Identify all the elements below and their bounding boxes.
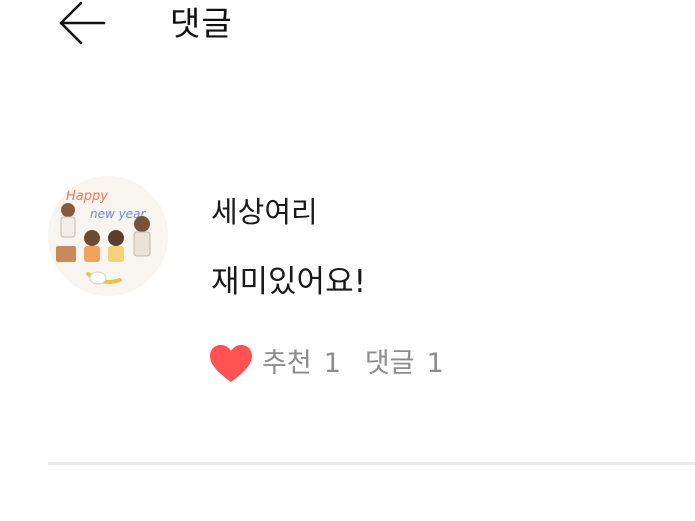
reply-label: 댓글 — [364, 348, 415, 379]
back-button[interactable] — [56, 0, 108, 46]
recommend-button[interactable]: 추천 1 — [208, 342, 341, 386]
comment-author[interactable]: 세상여리 — [211, 192, 318, 232]
avatar-caption-happy: Happy — [66, 189, 108, 204]
reply-count: 1 — [426, 348, 444, 379]
top-bar: 댓글 — [0, 0, 695, 50]
reply-button[interactable]: 댓글 1 — [365, 342, 444, 386]
recommend-count: 1 — [323, 348, 341, 379]
divider — [48, 462, 695, 465]
comment-text: 재미있어요! — [211, 264, 367, 300]
avatar[interactable]: Happy new year — [48, 176, 168, 296]
arrow-left-icon — [59, 1, 106, 45]
comment-item: Happy new year 세상여리 재미있어요! 추천 1 댓글 1 — [48, 176, 695, 436]
comment-actions: 추천 1 댓글 1 — [208, 342, 444, 386]
recommend-label: 추천 — [262, 348, 312, 379]
comments-screen: 댓글 Happy new year 세상여리 재미있어요! 추천 1 댓글 1 — [0, 0, 695, 521]
heart-icon[interactable] — [208, 342, 254, 386]
page-title: 댓글 — [170, 4, 233, 43]
avatar-illustration: Happy new year — [48, 176, 168, 296]
